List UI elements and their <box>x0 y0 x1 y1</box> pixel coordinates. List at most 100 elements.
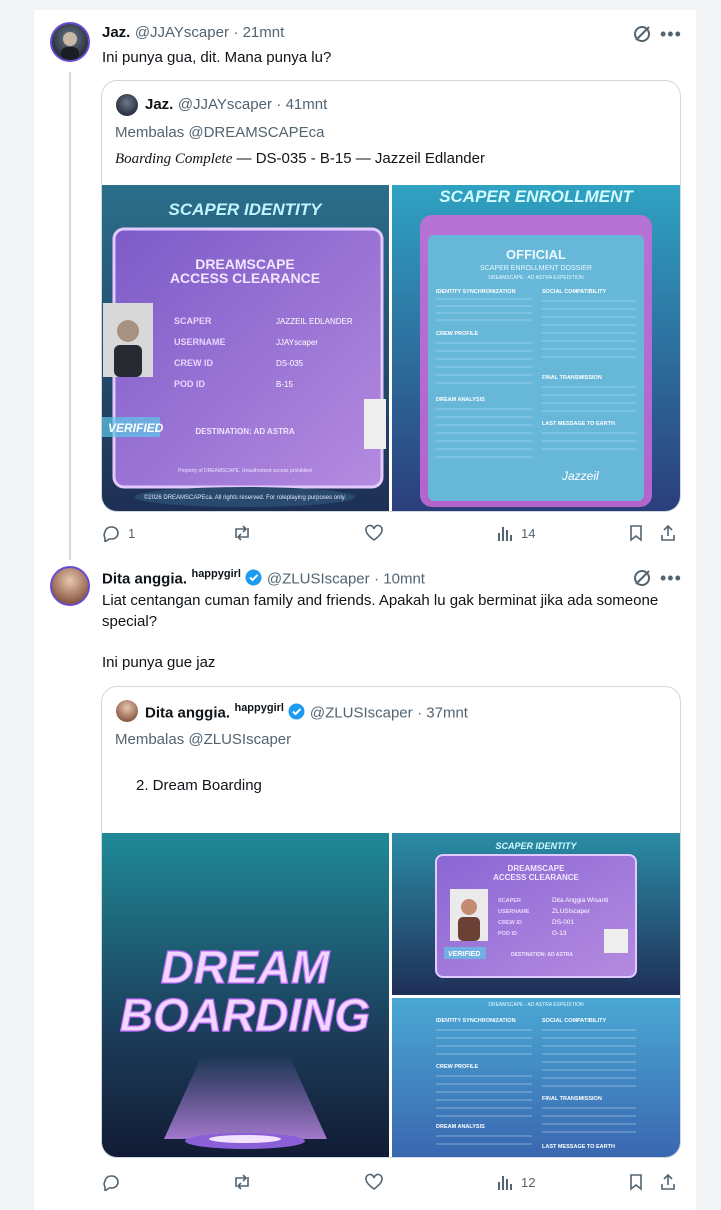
reply-icon <box>103 526 119 542</box>
tweet-header: Dita anggia. happygirl @ZLUSIscaper · 10… <box>102 568 425 591</box>
bookmark-icon <box>630 1174 642 1191</box>
media-image-1[interactable]: DREAM BOARDING <box>102 833 389 1157</box>
field-value: JJAYscaper <box>276 338 318 347</box>
section-label: SOCIAL COMPATIBILITY <box>542 289 606 295</box>
tweet-header: Jaz. @JJAYscaper · 21mnt <box>102 24 284 42</box>
quote-avatar <box>116 94 138 116</box>
views-button[interactable]: 14 <box>497 524 535 542</box>
media-image-3[interactable]: DREAMSCAPE - AD ASTRA EXPEDITION IDENTIT… <box>392 998 680 1157</box>
retweet-button[interactable] <box>232 1173 260 1191</box>
destination: DESTINATION: AD ASTRA <box>511 952 573 958</box>
field-value: DS-035 <box>276 359 304 368</box>
dossier-sub: DREAMSCAPE - AD ASTRA EXPEDITION <box>488 275 584 281</box>
reply-button[interactable]: 1 <box>102 524 135 542</box>
more-icon[interactable]: ••• <box>660 568 682 589</box>
field-value: G-13 <box>552 930 567 937</box>
dossier-sub: DREAMSCAPE - AD ASTRA EXPEDITION <box>488 1002 584 1008</box>
media-image-2[interactable]: SCAPER ENROLLMENT OFFICIAL SCAPER ENROLL… <box>392 185 680 511</box>
quote-text: 2. Dream Boarding <box>136 777 262 794</box>
like-button[interactable] <box>365 524 391 542</box>
tweet-text: Ini punya gua, dit. Mana punya lu? <box>102 49 332 66</box>
reply-to: Membalas @DREAMSCAPEca <box>115 124 325 141</box>
section-label: LAST MESSAGE TO EARTH <box>542 421 615 427</box>
quote-text-italic: Boarding Complete <box>115 151 233 167</box>
quote-tweet[interactable]: Jaz. @JJAYscaper · 41mnt Membalas @DREAM… <box>101 80 681 512</box>
qr-code <box>604 929 628 953</box>
verified-stamp: VERIFIED <box>448 951 480 958</box>
quote-name: Jaz. <box>145 96 174 113</box>
destination: DESTINATION: AD ASTRA <box>195 427 294 436</box>
views-icon <box>498 1176 512 1190</box>
quote-header: Jaz. @JJAYscaper · 41mnt <box>145 96 327 114</box>
reply-to: Membalas @ZLUSIscaper <box>115 731 292 748</box>
official-label: OFFICIAL <box>506 247 566 262</box>
reply-count: 1 <box>128 525 136 541</box>
share-button[interactable] <box>660 524 676 542</box>
bookmark-button[interactable] <box>628 524 644 542</box>
quote-header: Dita anggia. happygirl @ZLUSIscaper · 37… <box>145 702 468 725</box>
share-icon <box>661 1173 675 1190</box>
avatar-image <box>61 32 79 60</box>
card-header: SCAPER IDENTITY <box>168 200 323 219</box>
media-image-1[interactable]: SCAPER IDENTITY DREAMSCAPE ACCESS CLEARA… <box>102 185 389 511</box>
timestamp[interactable]: · 10mnt <box>374 570 425 587</box>
quote-handle: @ZLUSIscaper <box>309 704 413 722</box>
field-label: USERNAME <box>498 909 530 915</box>
section-label: IDENTITY SYNCHRONIZATION <box>436 1018 516 1024</box>
like-button[interactable] <box>365 1173 391 1191</box>
display-name[interactable]: Dita anggia. <box>102 570 187 587</box>
bookmark-button[interactable] <box>628 1173 644 1191</box>
share-button[interactable] <box>660 1173 676 1191</box>
user-handle[interactable]: @JJAYscaper <box>135 24 229 41</box>
field-label: CREW ID <box>174 358 213 368</box>
dream-title-1: DREAM <box>161 941 331 993</box>
card-title-2: ACCESS CLEARANCE <box>493 873 579 882</box>
more-icon[interactable]: ••• <box>660 24 682 45</box>
verified-icon <box>288 703 305 725</box>
quote-tweet[interactable]: Dita anggia. happygirl @ZLUSIscaper · 37… <box>101 686 681 1158</box>
qr-code <box>364 399 386 449</box>
user-handle[interactable]: @ZLUSIscaper <box>267 570 370 587</box>
quote-avatar <box>116 700 138 722</box>
section-label: SOCIAL COMPATIBILITY <box>542 1018 606 1024</box>
share-icon <box>661 524 675 541</box>
bookmark-icon <box>630 525 642 542</box>
field-label: SCAPER <box>498 898 521 904</box>
field-label: SCAPER <box>174 316 212 326</box>
media-image-2[interactable]: SCAPER IDENTITY DREAMSCAPE ACCESS CLEARA… <box>392 833 680 995</box>
field-label: USERNAME <box>174 337 226 347</box>
display-name[interactable]: Jaz. <box>102 24 130 41</box>
views-icon <box>498 527 512 541</box>
card-title-2: ACCESS CLEARANCE <box>170 270 320 286</box>
views-count: 14 <box>521 525 536 541</box>
quote-text-rest: — DS-035 - B-15 — Jazzeil Edlander <box>232 150 485 167</box>
section-label: DREAM ANALYSIS <box>436 1124 485 1130</box>
quote-badge: happygirl <box>234 702 284 714</box>
heart-icon <box>365 1173 383 1190</box>
verified-stamp: VERIFIED <box>108 421 164 435</box>
property-note: Property of DREAMSCAPE. Unauthorized acc… <box>178 468 312 474</box>
grok-icon[interactable] <box>632 24 652 49</box>
dossier-header: SCAPER ENROLLMENT <box>439 187 634 206</box>
timestamp[interactable]: · 21mnt <box>233 24 284 41</box>
field-value: DS-001 <box>552 919 574 926</box>
section-label: IDENTITY SYNCHRONIZATION <box>436 289 516 295</box>
views-button[interactable]: 12 <box>497 1173 535 1191</box>
retweet-icon <box>235 1174 249 1190</box>
avatar[interactable] <box>50 22 90 62</box>
section-label: LAST MESSAGE TO EARTH <box>542 1144 615 1150</box>
verified-icon <box>245 569 262 591</box>
field-value: ZLUSIscaper <box>552 908 591 915</box>
dossier-title: SCAPER ENROLLMENT DOSSIER <box>480 265 592 272</box>
section-label: DREAM ANALYSIS <box>436 397 485 403</box>
avatar[interactable] <box>50 566 90 606</box>
section-label: FINAL TRANSMISSION <box>542 375 602 381</box>
dream-title-2: BOARDING <box>120 989 370 1041</box>
copyright: ©2026 DREAMSCAPEca. All rights reserved.… <box>144 494 346 501</box>
section-label: FINAL TRANSMISSION <box>542 1096 602 1102</box>
field-value: B-15 <box>276 380 293 389</box>
field-label: POD ID <box>498 931 517 937</box>
retweet-button[interactable] <box>232 524 260 542</box>
reply-button[interactable] <box>102 1173 128 1191</box>
quote-text: Boarding Complete — DS-035 - B-15 — Jazz… <box>115 148 485 170</box>
